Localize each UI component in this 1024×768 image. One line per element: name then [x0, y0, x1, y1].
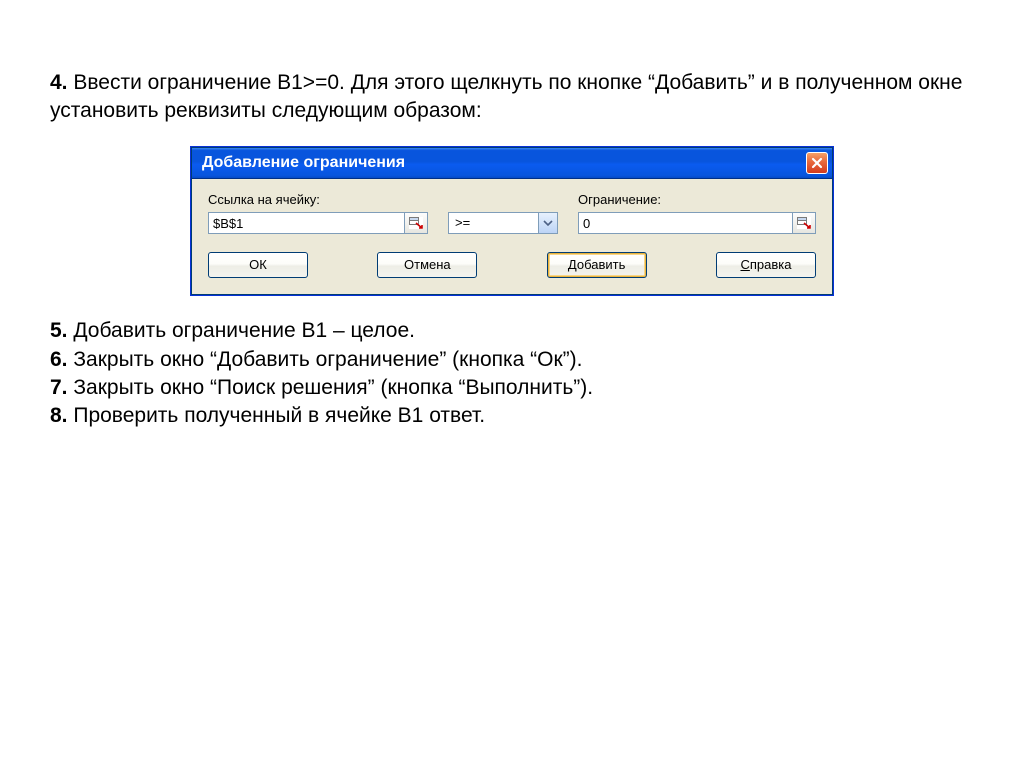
close-button[interactable]: [806, 152, 828, 174]
operator-value: >=: [448, 212, 538, 234]
constraint-input[interactable]: [578, 212, 792, 234]
cancel-button[interactable]: Отмена: [377, 252, 477, 278]
dialog-titlebar: Добавление ограничения: [192, 148, 832, 179]
ok-button[interactable]: ОК: [208, 252, 308, 278]
operator-dropdown-button[interactable]: [538, 212, 558, 234]
help-button[interactable]: Справка: [716, 252, 816, 278]
step-8-number: 8.: [50, 404, 68, 427]
add-constraint-dialog: Добавление ограничения Ссылка на ячейку:: [191, 147, 833, 296]
step-5: 5. Добавить ограничение В1 – целое. 6. З…: [50, 317, 974, 430]
dialog-title: Добавление ограничения: [202, 152, 806, 174]
constraint-label: Ограничение:: [578, 191, 816, 209]
step-4: 4. Ввести ограничение B1>=0. Для этого щ…: [50, 69, 974, 126]
step-7-number: 7.: [50, 376, 68, 399]
step-6-text: Закрыть окно “Добавить ограничение” (кно…: [68, 348, 583, 371]
step-7-text: Закрыть окно “Поиск решения” (кнопка “Вы…: [68, 376, 594, 399]
refedit-icon: [409, 217, 423, 229]
step-6-number: 6.: [50, 348, 68, 371]
step-5-number: 5.: [50, 319, 68, 342]
operator-select[interactable]: >=: [448, 212, 558, 234]
chevron-down-icon: [543, 220, 553, 226]
cell-reference-input[interactable]: [208, 212, 404, 234]
cell-reference-label: Ссылка на ячейку:: [208, 191, 428, 209]
step-4-number: 4.: [50, 71, 68, 94]
step-5-text: Добавить ограничение В1 – целое.: [68, 319, 415, 342]
add-button[interactable]: Добавить: [547, 252, 647, 278]
constraint-picker-button[interactable]: [792, 212, 816, 234]
step-8-text: Проверить полученный в ячейке В1 ответ.: [68, 404, 486, 427]
cell-reference-picker-button[interactable]: [404, 212, 428, 234]
step-4-text: Ввести ограничение B1>=0. Для этого щелк…: [50, 71, 962, 122]
close-icon: [811, 157, 823, 169]
refedit-icon: [797, 217, 811, 229]
